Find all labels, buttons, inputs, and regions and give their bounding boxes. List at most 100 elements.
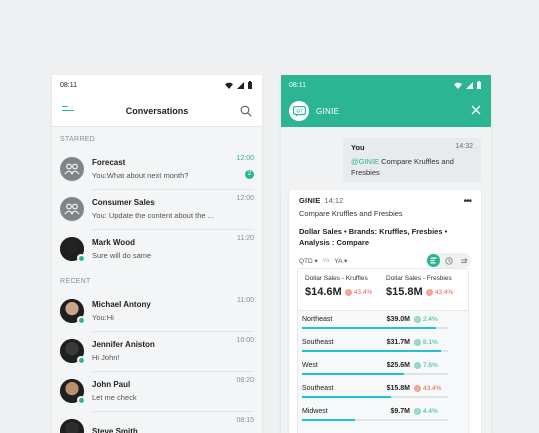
region-bar [302,373,405,375]
conversation-time: 12:00 [236,195,254,202]
region-value: $9.7M [390,408,410,415]
conversation-item[interactable]: Mark Wood Sure will do same 11:20 [52,229,262,269]
region-bar-track [302,373,448,375]
status-time: 08:11 [60,81,77,89]
table-view-toggle[interactable] [427,254,440,267]
wifi-icon [454,82,462,89]
conversation-item[interactable]: Consumer Sales You: Update the content ab… [52,189,262,229]
conversation-time: 08:15 [236,417,254,424]
conversation-meta: 12:00 [236,195,254,202]
chart-view-toggle[interactable] [442,254,455,267]
conversation-meta: 11:00 [237,297,254,304]
conversation-text: Michael Antony You:Hi [92,300,254,322]
conversation-item[interactable]: Steve Smith 08:15 [52,411,262,433]
more-options-icon[interactable]: ••• [463,196,471,207]
period-select[interactable]: QTD ▾ [299,257,318,265]
conversation-preview: Sure will do same [92,251,152,260]
delta-value: 43.4% [423,385,442,392]
online-status-dot [77,356,85,364]
search-icon[interactable] [240,105,252,117]
region-line: Southeast $31.7M ↑ 8.1% [302,339,464,346]
status-time: 08:11 [289,81,306,89]
conversation-preview: You: Update the content about the ... [92,211,214,220]
conversation-name: Consumer Sales [92,198,155,207]
ginie-header: 08:11 GT GINIE [281,75,491,127]
swap-icon [460,257,468,263]
region-row[interactable]: Northeast $39.0M ↑ 2.4% [298,311,468,334]
region-line: West $25.6M ↑ 7.6% [302,362,464,369]
reply-sender: GINIE [299,196,321,205]
conversation-item[interactable]: John Paul Let me check 08:20 [52,371,262,411]
conversation-time: 12:00 [236,155,254,162]
clock-chart-icon [444,256,453,265]
region-row[interactable]: Southeast $31.7M ↑ 8.1% [298,334,468,357]
region-bar-track [302,396,448,398]
conversation-name: Michael Antony [92,300,151,309]
user-message-text: @GINIE Compare Kruffles and Fresbies [351,156,473,178]
page-title: Conversations [125,105,189,116]
region-row[interactable]: Midwest $9.7M ↑ 4.4% [298,403,468,426]
conversation-time: 11:00 [237,297,254,304]
recent-section-label: RECENT [60,278,91,285]
share-view-toggle[interactable] [457,254,470,267]
region-bar [302,327,437,329]
online-status-dot [77,396,85,404]
delta-value: 43.4% [434,288,454,296]
period-filter-row: QTD ▾ vs YA ▾ [289,248,481,268]
menu-icon[interactable] [62,105,74,116]
region-bar-track [302,419,448,421]
conversation-meta: 11:20 [237,235,254,242]
view-toggle [426,253,471,268]
kpi-label: Dollar Sales - Kruffles [305,275,368,282]
bot-name: GINIE [316,106,340,116]
conversation-item[interactable]: Jennifer Aniston Hi John! 10:00 [52,331,262,371]
close-icon[interactable] [471,105,481,115]
delta-indicator: ↑ 7.6% [414,362,438,369]
status-bar: 08:11 [281,75,491,95]
kpi-panel: Dollar Sales - Kruffles $14.6M ↓ 43.4% Dolla… [297,268,469,433]
conversation-list: STARRED Forecast You:What about next mont… [52,127,262,433]
compare-period-select[interactable]: YA ▾ [334,257,347,265]
avatar [60,379,85,404]
region-row[interactable]: Southeast $15.8M ↓ 43.4% [298,380,468,403]
conversation-meta: 12:00 2 [236,155,254,180]
user-message-sender: You [351,143,365,152]
analysis-title: Dollar Sales • Brands: Kruffles, Fresbie… [299,227,448,247]
region-line: Northeast $39.0M ↑ 2.4% [302,316,464,323]
conversation-preview: You:Hi [92,313,114,322]
delta-indicator: ↑ 8.1% [414,339,438,346]
status-icons [454,81,481,89]
conversation-name: John Paul [92,380,131,389]
delta-indicator: ↓ 43.4% [344,288,372,296]
delta-indicator: ↑ 2.4% [414,316,438,323]
region-row[interactable]: West $25.6M ↑ 7.6% [298,357,468,380]
conversation-text: Jennifer Aniston Hi John! [92,340,254,362]
arrow-down-icon: ↓ [414,385,421,392]
conversation-text: Mark Wood Sure will do same [92,238,254,260]
conversation-item[interactable]: Forecast You:What about next month? 12:00 2 [52,149,262,189]
battery-icon [477,81,481,89]
online-status-dot [77,254,85,262]
group-icon [64,203,80,215]
region-bar [302,419,355,421]
ginie-title-bar: GT GINIE [281,95,491,127]
battery-icon [248,81,252,89]
ginie-chat-screen: 08:11 GT GINIE You 14:32 @GINIE Compare … [281,75,491,433]
starred-list: Forecast You:What about next month? 12:00 2… [52,149,262,269]
region-value: $31.7M [386,339,410,346]
conversation-time: 08:20 [236,377,254,384]
avatar [60,237,85,262]
status-bar: 08:11 [52,75,262,95]
kpi-value: $15.8M [386,286,423,298]
conversation-time: 10:00 [236,337,254,344]
conversation-name: Steve Smith [92,426,138,433]
signal-icon [237,81,244,89]
unread-wrap: 2 [236,162,254,180]
conversation-meta: 08:20 [236,377,254,384]
region-name: Northeast [302,316,333,323]
online-status-dot [77,316,85,324]
conversation-time: 11:20 [237,235,254,242]
conversation-item[interactable]: Michael Antony You:Hi 11:00 [52,291,262,331]
region-line: Midwest $9.7M ↑ 4.4% [302,408,464,415]
conversation-name: Mark Wood [92,238,135,247]
